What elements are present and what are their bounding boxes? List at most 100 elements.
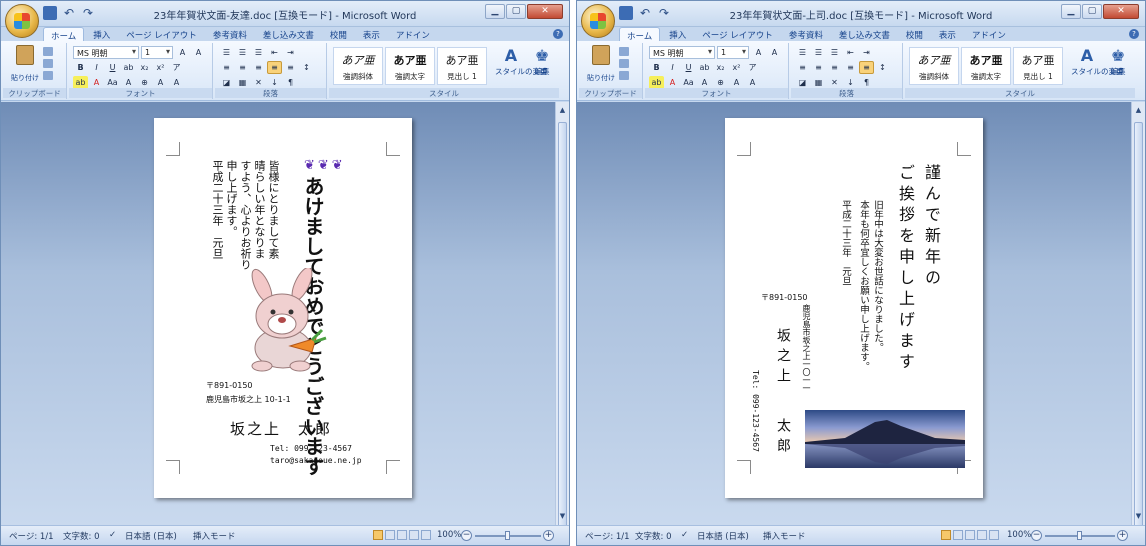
cut-icon[interactable] <box>43 47 53 56</box>
scroll-thumb[interactable] <box>1134 122 1143 545</box>
increase-indent-icon[interactable]: ⇥ <box>283 46 298 59</box>
paste-button[interactable]: 貼り付け <box>9 45 41 83</box>
format-painter-icon[interactable] <box>43 71 53 80</box>
style-emphasis-italic[interactable]: あア亜 強調斜体 <box>333 47 383 85</box>
maximize-button[interactable]: ▢ <box>506 4 526 19</box>
office-button[interactable] <box>5 4 39 38</box>
font-name-select[interactable]: MS 明朝 <box>649 46 715 59</box>
zoom-level[interactable]: 100% <box>437 530 461 540</box>
tab-insert[interactable]: 挿入 <box>662 27 693 42</box>
copy-icon[interactable] <box>619 59 629 68</box>
cut-icon[interactable] <box>619 47 629 56</box>
decrease-indent-icon[interactable]: ⇤ <box>843 46 858 59</box>
tab-insert[interactable]: 挿入 <box>86 27 117 42</box>
tab-mailings[interactable]: 差し込み文書 <box>832 27 897 42</box>
zoom-out-button[interactable]: − <box>1031 530 1042 541</box>
distribute-icon[interactable]: ≡ <box>283 61 298 74</box>
grow-font-icon[interactable]: A <box>751 46 766 59</box>
outline-view-icon[interactable] <box>977 530 987 540</box>
word-count[interactable]: 文字数: 0 <box>63 530 99 542</box>
justify-icon[interactable]: ≡ <box>267 61 282 74</box>
tab-review[interactable]: 校閲 <box>323 27 354 42</box>
minimize-button[interactable]: ▁ <box>1061 4 1081 19</box>
strikethrough-icon[interactable]: ab <box>697 61 712 74</box>
web-layout-view-icon[interactable] <box>397 530 407 540</box>
postcard-page[interactable]: ❦❦❦ あけましておめでとうございます 皆様にとりまして素 晴らしい年となりま … <box>154 118 412 498</box>
phonetic-icon[interactable]: ア <box>169 61 184 74</box>
title-bar[interactable]: ↶ ↷ 23年年賀状文面-上司.doc [互換モード] - Microsoft … <box>577 1 1145 27</box>
edit-button[interactable]: ♚ 編集 <box>529 47 555 77</box>
underline-icon[interactable]: U <box>681 61 696 74</box>
page-count[interactable]: ページ: 1/1 <box>585 530 630 542</box>
zoom-slider-knob[interactable] <box>505 531 510 540</box>
language[interactable]: 日本語 (日本) <box>697 530 749 542</box>
zoom-slider-knob[interactable] <box>1077 531 1082 540</box>
help-icon[interactable]: ? <box>1129 29 1139 39</box>
format-painter-icon[interactable] <box>619 71 629 80</box>
draft-view-icon[interactable] <box>421 530 431 540</box>
close-button[interactable]: ✕ <box>527 4 563 19</box>
zoom-slider[interactable] <box>1045 531 1115 540</box>
zoom-level[interactable]: 100% <box>1007 530 1031 540</box>
align-center-icon[interactable]: ≡ <box>235 61 250 74</box>
multilevel-list-icon[interactable]: ☰ <box>251 46 266 59</box>
bold-icon[interactable]: B <box>649 61 664 74</box>
underline-icon[interactable]: U <box>105 61 120 74</box>
help-icon[interactable]: ? <box>553 29 563 39</box>
title-bar[interactable]: ↶ ↷ 23年年賀状文面-友達.doc [互換モード] - Microsoft … <box>1 1 569 27</box>
tab-review[interactable]: 校閲 <box>899 27 930 42</box>
align-left-icon[interactable]: ≡ <box>219 61 234 74</box>
postcard-page[interactable]: 謹んで新年の ご挨拶を申し上げます 旧年中は大変お世話になりました。 本年も何卒… <box>725 118 983 498</box>
clear-format-icon[interactable]: A <box>191 46 206 59</box>
font-size-select[interactable]: 1 <box>141 46 173 59</box>
tab-view[interactable]: 表示 <box>932 27 963 42</box>
tab-references[interactable]: 参考資料 <box>206 27 254 42</box>
font-name-select[interactable]: MS 明朝 <box>73 46 139 59</box>
zoom-in-button[interactable]: + <box>1117 530 1128 541</box>
office-button[interactable] <box>581 4 615 38</box>
align-center-icon[interactable]: ≡ <box>811 61 826 74</box>
insert-mode[interactable]: 挿入モード <box>193 530 236 542</box>
scroll-down-icon[interactable]: ▼ <box>1134 512 1143 521</box>
paste-button[interactable]: 貼り付け <box>585 45 617 83</box>
justify-icon[interactable]: ≡ <box>843 61 858 74</box>
line-spacing-icon[interactable]: ↕ <box>875 61 890 74</box>
style-emphasis-bold[interactable]: あア亜 強調太字 <box>961 47 1011 85</box>
print-layout-view-icon[interactable] <box>941 530 951 540</box>
subscript-icon[interactable]: x₂ <box>137 61 152 74</box>
font-size-select[interactable]: 1 <box>717 46 749 59</box>
copy-icon[interactable] <box>43 59 53 68</box>
tab-mailings[interactable]: 差し込み文書 <box>256 27 321 42</box>
align-right-icon[interactable]: ≡ <box>827 61 842 74</box>
zoom-in-button[interactable]: + <box>543 530 554 541</box>
tab-view[interactable]: 表示 <box>356 27 387 42</box>
increase-indent-icon[interactable]: ⇥ <box>859 46 874 59</box>
maximize-button[interactable]: ▢ <box>1082 4 1102 19</box>
style-heading-1[interactable]: あア亜 見出し 1 <box>1013 47 1063 85</box>
page-count[interactable]: ページ: 1/1 <box>9 530 54 542</box>
print-layout-view-icon[interactable] <box>373 530 383 540</box>
tab-page-layout[interactable]: ページ レイアウト <box>119 27 204 42</box>
tab-references[interactable]: 参考資料 <box>782 27 830 42</box>
outline-view-icon[interactable] <box>409 530 419 540</box>
zoom-slider[interactable] <box>475 531 541 540</box>
scroll-thumb[interactable] <box>558 122 567 545</box>
draft-view-icon[interactable] <box>989 530 999 540</box>
change-styles-button[interactable]: A スタイルの変更 <box>1071 47 1124 77</box>
distribute-icon[interactable]: ≡ <box>859 61 874 74</box>
line-spacing-icon[interactable]: ↕ <box>299 61 314 74</box>
language[interactable]: 日本語 (日本) <box>125 530 177 542</box>
tab-addins[interactable]: アドイン <box>965 27 1013 42</box>
word-count[interactable]: 文字数: 0 <box>635 530 671 542</box>
full-screen-view-icon[interactable] <box>385 530 395 540</box>
italic-icon[interactable]: I <box>89 61 104 74</box>
web-layout-view-icon[interactable] <box>965 530 975 540</box>
numbering-icon[interactable]: ☰ <box>235 46 250 59</box>
scroll-up-icon[interactable]: ▲ <box>1134 106 1143 115</box>
tab-home[interactable]: ホーム <box>619 27 661 42</box>
vertical-scrollbar[interactable]: ▲ ▼ <box>555 102 569 545</box>
scroll-down-icon[interactable]: ▼ <box>558 512 567 521</box>
italic-icon[interactable]: I <box>665 61 680 74</box>
minimize-button[interactable]: ▁ <box>485 4 505 19</box>
subscript-icon[interactable]: x₂ <box>713 61 728 74</box>
